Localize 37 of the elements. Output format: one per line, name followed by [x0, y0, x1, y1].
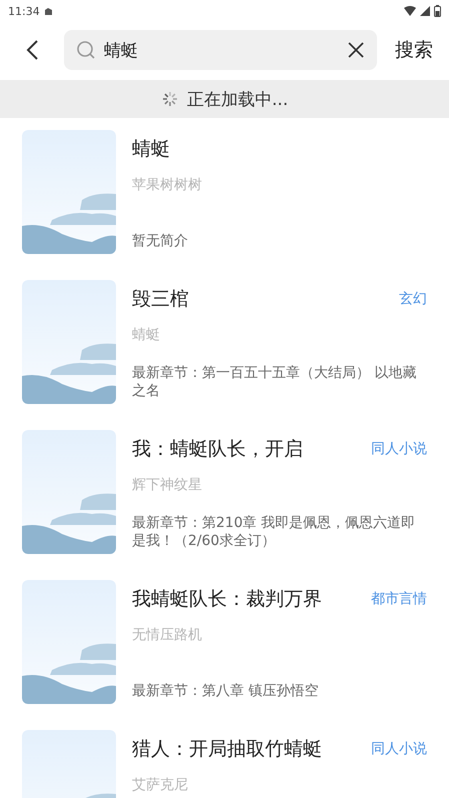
book-category: 都市言情 — [371, 590, 427, 608]
search-field[interactable]: 蜻蜓 — [64, 30, 377, 70]
notification-icon — [44, 6, 53, 16]
book-item[interactable]: 毁三棺 玄幻 蜻蜓 最新章节：第一百五十五章（大结局） 以地藏之名 — [22, 280, 427, 404]
book-intro: 最新章节：第八章 镇压孙悟空 — [132, 682, 320, 700]
book-title: 蜻蜓 — [132, 137, 170, 162]
book-item[interactable]: 猎人：开局抽取竹蜻蜓 同人小说 艾萨克尼 — [22, 730, 427, 798]
book-author: 艾萨克尼 — [132, 776, 189, 794]
book-category: 同人小说 — [371, 740, 427, 758]
search-icon — [76, 40, 96, 60]
book-item[interactable]: 蜻蜓 苹果树树树 暂无简介 — [22, 130, 427, 254]
book-title: 猎人：开局抽取竹蜻蜓 — [132, 737, 322, 762]
book-item[interactable]: 我蜻蜓队长：裁判万界 都市言情 无情压路机 最新章节：第八章 镇压孙悟空 — [22, 580, 427, 704]
back-chevron-icon — [26, 40, 38, 60]
book-author: 辉下神纹星 — [132, 476, 203, 494]
book-intro: 暂无简介 — [132, 232, 189, 250]
book-intro: 最新章节：第一百五十五章（大结局） 以地藏之名 — [132, 364, 418, 400]
book-item[interactable]: 我：蜻蜓队长，开启 同人小说 辉下神纹星 最新章节：第210章 我即是佩恩，佩恩六道即是我！（2/60求全订） — [22, 430, 427, 554]
signal-icon — [420, 6, 430, 16]
book-author: 蜻蜓 — [132, 326, 161, 344]
book-author: 苹果树树树 — [132, 176, 203, 194]
book-title: 我：蜻蜓队长，开启 — [132, 437, 303, 462]
search-button[interactable]: 搜索 — [391, 33, 437, 67]
book-title: 我蜻蜓队长：裁判万界 — [132, 587, 322, 612]
spinner-icon — [160, 90, 179, 108]
book-category: 玄幻 — [399, 290, 427, 308]
loading-text: 正在加载中... — [186, 88, 288, 110]
book-category: 同人小说 — [371, 440, 427, 458]
book-intro: 最新章节：第210章 我即是佩恩，佩恩六道即是我！（2/60求全订） — [132, 514, 416, 550]
wifi-icon — [404, 6, 416, 16]
close-icon — [347, 41, 365, 59]
search-input[interactable]: 蜻蜓 — [104, 40, 339, 60]
book-author: 无情压路机 — [132, 626, 203, 644]
battery-icon — [434, 5, 441, 17]
book-title: 毁三棺 — [132, 287, 189, 312]
clear-button[interactable] — [347, 41, 365, 59]
status-time: 11:34 — [8, 4, 40, 18]
